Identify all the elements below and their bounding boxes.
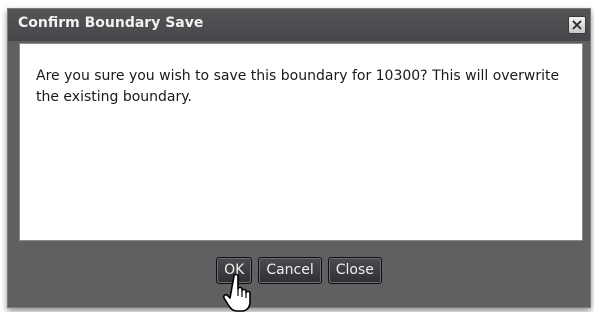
confirm-dialog: Confirm Boundary Save × Are you sure you… <box>7 8 591 308</box>
dialog-message: Are you sure you wish to save this bound… <box>36 68 560 105</box>
dialog-title: Confirm Boundary Save <box>18 15 204 31</box>
close-button[interactable]: Close <box>327 257 382 284</box>
cancel-button[interactable]: Cancel <box>258 257 322 284</box>
dialog-content: Are you sure you wish to save this bound… <box>19 43 583 241</box>
dialog-titlebar[interactable]: Confirm Boundary Save × <box>8 9 590 41</box>
hand-pointer-icon <box>222 273 251 312</box>
dialog-button-row: OK Cancel Close <box>8 257 590 284</box>
close-icon[interactable]: × <box>568 16 586 34</box>
